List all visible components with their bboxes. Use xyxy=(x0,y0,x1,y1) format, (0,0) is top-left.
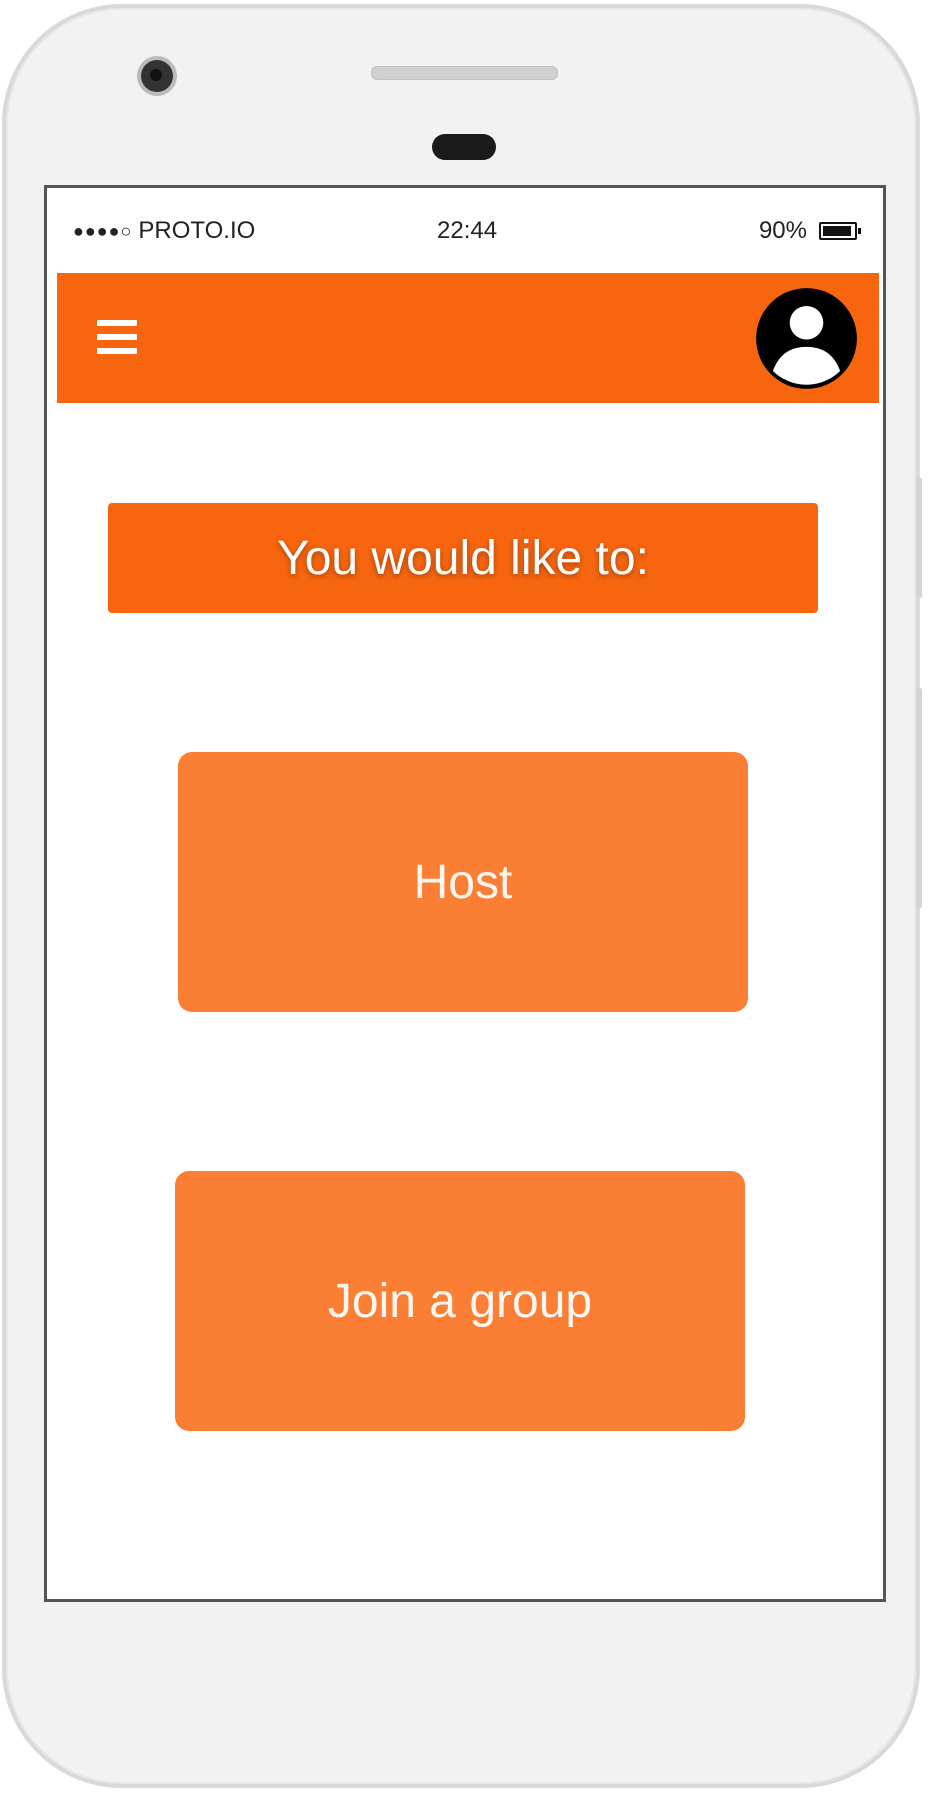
hamburger-menu-icon[interactable] xyxy=(97,320,137,354)
battery-percent: 90% xyxy=(758,217,807,244)
status-bar: ●●●●○ PROTO.IO 22:44 90% xyxy=(47,188,883,270)
host-button-label: Host xyxy=(413,855,513,909)
menu-line xyxy=(97,320,137,326)
join-group-button[interactable]: Join a group xyxy=(175,1171,745,1431)
battery-icon xyxy=(819,222,861,240)
carrier-info: ●●●●○ PROTO.IO xyxy=(73,217,255,245)
phone-frame: ●●●●○ PROTO.IO 22:44 90% You would like … xyxy=(2,4,922,1788)
menu-line xyxy=(97,334,137,340)
volume-button xyxy=(916,688,922,908)
signal-strength-icon: ●●●●○ xyxy=(73,220,133,241)
carrier-name: PROTO.IO xyxy=(138,217,256,244)
prompt-text: You would like to: xyxy=(277,531,649,585)
join-group-button-label: Join a group xyxy=(327,1274,593,1328)
phone-screen: ●●●●○ PROTO.IO 22:44 90% You would like … xyxy=(44,185,886,1602)
menu-line xyxy=(97,348,137,354)
app-bar xyxy=(57,273,879,403)
power-button xyxy=(916,478,922,598)
prompt-banner: You would like to: xyxy=(108,503,818,613)
user-avatar-icon[interactable] xyxy=(754,286,859,391)
earpiece-icon xyxy=(432,134,496,160)
front-camera-icon xyxy=(141,60,173,92)
host-button[interactable]: Host xyxy=(178,752,748,1012)
status-time: 22:44 xyxy=(437,217,498,244)
battery-status: 90% xyxy=(758,217,861,245)
speaker-grille xyxy=(371,66,558,80)
